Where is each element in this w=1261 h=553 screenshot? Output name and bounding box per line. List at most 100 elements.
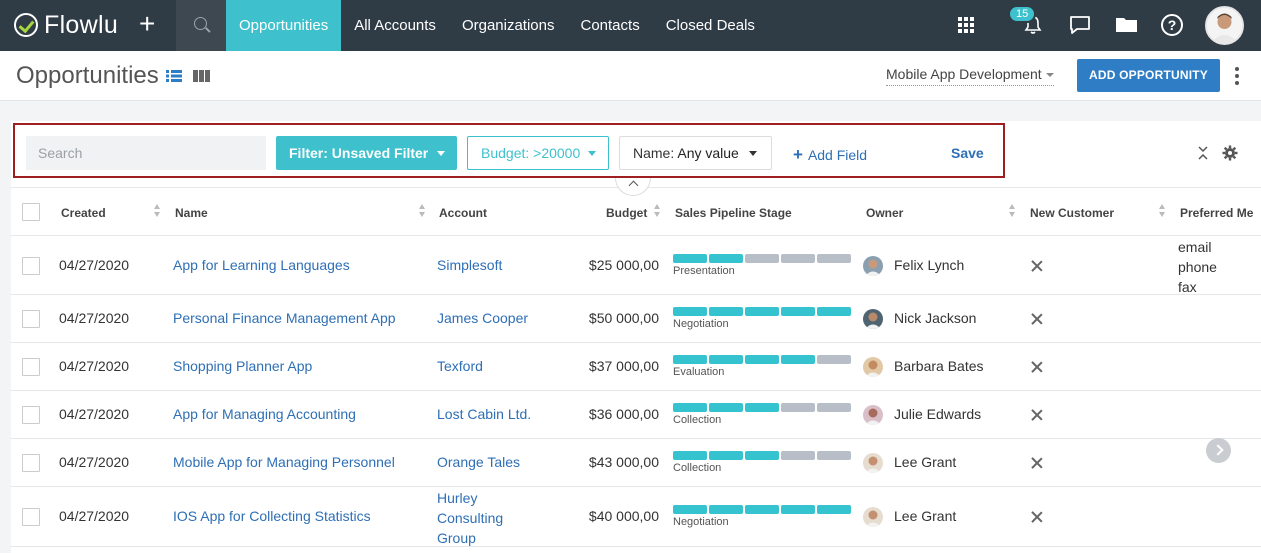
logo[interactable]: Flowlu xyxy=(14,11,118,39)
nav-opportunities[interactable]: Opportunities xyxy=(226,0,342,51)
owner-name[interactable]: Lee Grant xyxy=(894,508,956,524)
owner-name[interactable]: Julie Edwards xyxy=(894,406,981,422)
table-row[interactable]: 04/27/2020 App for Learning Languages Simp… xyxy=(11,237,1261,295)
save-filter-button[interactable]: Save xyxy=(951,145,984,161)
sort-icon[interactable] xyxy=(1009,204,1016,218)
column-header-name[interactable]: Name xyxy=(175,206,208,220)
owner-name[interactable]: Barbara Bates xyxy=(894,358,984,374)
filter-dropdown-button[interactable]: Filter: Unsaved Filter xyxy=(276,136,457,170)
owner-avatar xyxy=(863,357,883,377)
column-header-owner[interactable]: Owner xyxy=(866,206,903,220)
pipeline-progress[interactable]: Presentation xyxy=(673,254,851,277)
add-field-button[interactable]: + Add Field xyxy=(793,145,867,165)
budget-value: $25 000,00 xyxy=(588,257,659,273)
nav-organizations[interactable]: Organizations xyxy=(449,0,568,51)
pipeline-segment xyxy=(709,505,743,514)
account-link[interactable]: James Cooper xyxy=(437,310,528,326)
sort-icon[interactable] xyxy=(1159,204,1166,218)
opportunity-name-link[interactable]: Shopping Planner App xyxy=(173,358,312,374)
budget-value: $40 000,00 xyxy=(588,508,659,524)
more-options-icon[interactable] xyxy=(1235,67,1239,85)
sort-icon[interactable] xyxy=(654,204,661,218)
chat-icon[interactable] xyxy=(1069,15,1091,35)
pipeline-progress[interactable]: Collection xyxy=(673,403,851,426)
pipeline-progress[interactable]: Evaluation xyxy=(673,355,851,378)
add-field-label: Add Field xyxy=(807,147,868,163)
add-opportunity-button[interactable]: ADD OPPORTUNITY xyxy=(1077,59,1220,92)
opportunity-name-link[interactable]: App for Learning Languages xyxy=(173,257,350,273)
sort-icon[interactable] xyxy=(419,204,426,218)
collapse-icon[interactable] xyxy=(1197,145,1209,161)
close-icon xyxy=(1031,361,1043,373)
column-header-budget[interactable]: Budget xyxy=(606,206,647,220)
row-checkbox[interactable] xyxy=(22,406,40,424)
column-header-new-customer[interactable]: New Customer xyxy=(1030,206,1114,220)
pipeline-selector[interactable]: Mobile App Development xyxy=(886,66,1054,86)
folder-icon[interactable] xyxy=(1116,17,1137,32)
row-checkbox[interactable] xyxy=(22,358,40,376)
owner-avatar xyxy=(863,507,883,527)
opportunity-name-link[interactable]: App for Managing Accounting xyxy=(173,406,356,422)
column-header-created[interactable]: Created xyxy=(61,206,106,220)
apps-grid-icon[interactable] xyxy=(958,17,974,33)
opportunity-name-link[interactable]: IOS App for Collecting Statistics xyxy=(173,508,371,524)
name-filter-button[interactable]: Name: Any value xyxy=(619,136,772,170)
scroll-right-button[interactable] xyxy=(1206,438,1231,463)
account-link[interactable]: Orange Tales xyxy=(437,454,520,470)
nav-closed-deals[interactable]: Closed Deals xyxy=(653,0,768,51)
table-row[interactable]: 04/27/2020 Shopping Planner App Texford $37… xyxy=(11,343,1261,391)
opportunity-name-link[interactable]: Personal Finance Management App xyxy=(173,310,396,326)
pipeline-segment xyxy=(781,505,815,514)
owner-avatar xyxy=(863,309,883,329)
filter-label: Filter: Unsaved Filter xyxy=(289,145,429,161)
pipeline-segment xyxy=(745,451,779,460)
preferred-method: fax xyxy=(1178,279,1197,295)
select-all-checkbox[interactable] xyxy=(22,203,40,221)
account-link[interactable]: Lost Cabin Ltd. xyxy=(437,406,531,422)
create-plus-button[interactable]: + xyxy=(139,10,155,38)
nav-all-accounts[interactable]: All Accounts xyxy=(341,0,449,51)
pipeline-segment xyxy=(673,355,707,364)
help-icon[interactable]: ? xyxy=(1161,14,1183,36)
logo-check-icon xyxy=(14,13,38,37)
owner-name[interactable]: Lee Grant xyxy=(894,454,956,470)
gear-icon[interactable] xyxy=(1222,145,1238,161)
column-header-stage[interactable]: Sales Pipeline Stage xyxy=(675,206,792,220)
column-header-account[interactable]: Account xyxy=(439,206,487,220)
nav-contacts[interactable]: Contacts xyxy=(568,0,653,51)
top-navbar: Flowlu + Opportunities All Accounts Orga… xyxy=(0,0,1261,51)
search-input[interactable] xyxy=(26,136,266,170)
owner-name[interactable]: Felix Lynch xyxy=(894,257,964,273)
sort-icon[interactable] xyxy=(154,204,161,218)
global-search-button[interactable] xyxy=(176,0,226,51)
stage-label: Collection xyxy=(673,462,722,474)
owner-name[interactable]: Nick Jackson xyxy=(894,310,976,326)
account-link[interactable]: Simplesoft xyxy=(437,257,502,273)
table-row[interactable]: 04/27/2020 Personal Finance Management Ap… xyxy=(11,295,1261,343)
pipeline-segment xyxy=(781,355,815,364)
pipeline-segment xyxy=(673,307,707,316)
column-header-preferred[interactable]: Preferred Me xyxy=(1180,206,1253,220)
account-link[interactable]: Hurley Consulting Group xyxy=(437,488,527,548)
table-row[interactable]: 04/27/2020 App for Managing Accounting Los… xyxy=(11,391,1261,439)
plus-icon: + xyxy=(793,145,803,164)
row-checkbox[interactable] xyxy=(22,508,40,526)
table-row[interactable]: 04/27/2020 Mobile App for Managing Person… xyxy=(11,439,1261,487)
pipeline-progress[interactable]: Collection xyxy=(673,451,851,474)
account-link[interactable]: Texford xyxy=(437,358,483,374)
pipeline-progress[interactable]: Negotiation xyxy=(673,307,851,330)
list-view-icon[interactable] xyxy=(166,70,182,82)
opportunity-name-link[interactable]: Mobile App for Managing Personnel xyxy=(173,454,395,470)
budget-filter-button[interactable]: Budget: >20000 xyxy=(467,136,609,170)
row-checkbox[interactable] xyxy=(22,257,40,275)
created-date: 04/27/2020 xyxy=(59,310,130,326)
user-avatar[interactable] xyxy=(1205,6,1244,45)
table-row[interactable]: 04/27/2020 IOS App for Collecting Statist… xyxy=(11,487,1261,547)
close-icon xyxy=(1031,409,1043,421)
owner-avatar xyxy=(863,256,883,276)
row-checkbox[interactable] xyxy=(22,454,40,472)
kanban-view-icon[interactable] xyxy=(193,70,210,82)
row-checkbox[interactable] xyxy=(22,310,40,328)
created-date: 04/27/2020 xyxy=(59,406,130,422)
pipeline-progress[interactable]: Negotiation xyxy=(673,505,851,528)
